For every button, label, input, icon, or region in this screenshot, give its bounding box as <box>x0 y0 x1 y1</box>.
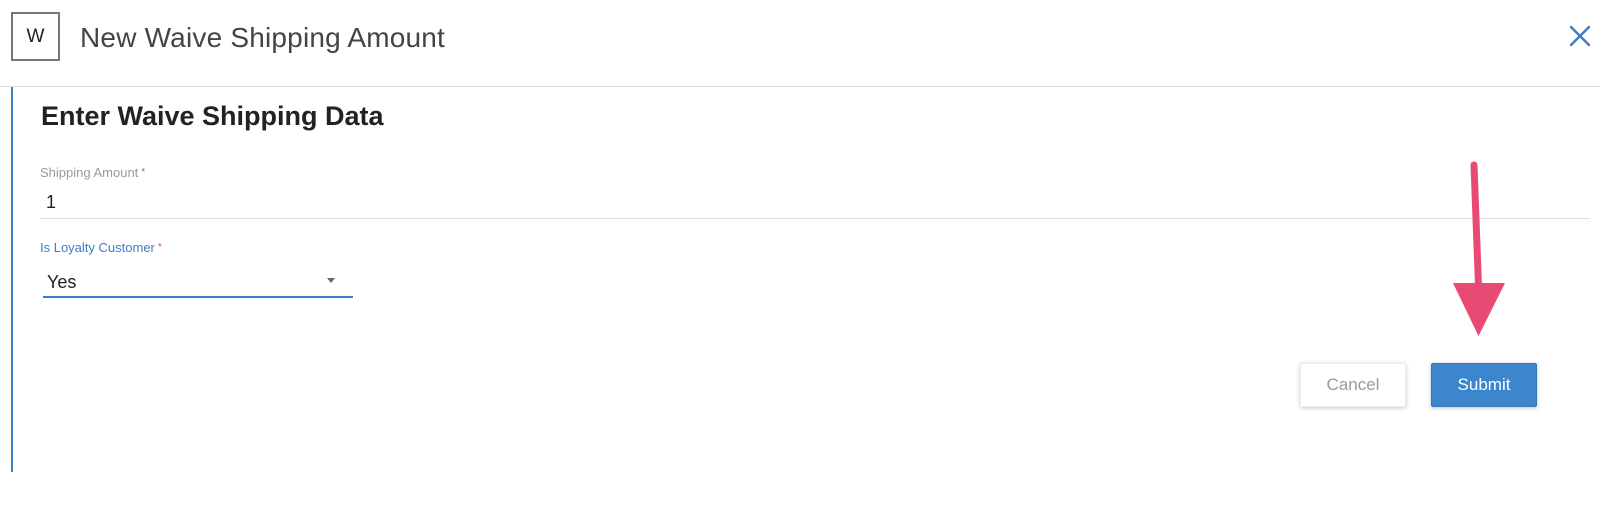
required-mark: * <box>157 242 162 253</box>
shipping-amount-label: Shipping Amount * <box>40 165 145 181</box>
cancel-button[interactable]: Cancel <box>1300 363 1406 407</box>
loyalty-customer-selected-value: Yes <box>47 272 77 292</box>
dialog-header: W New Waive Shipping Amount <box>0 0 1600 87</box>
dialog-title: New Waive Shipping Amount <box>80 22 446 53</box>
logo-letter: W <box>26 25 45 47</box>
app-logo: W <box>11 12 60 61</box>
chevron-down-icon <box>327 278 335 283</box>
form-panel: Enter Waive Shipping Data Shipping Amoun… <box>11 87 1591 472</box>
shipping-amount-input[interactable] <box>40 187 1590 219</box>
section-title: Enter Waive Shipping Data <box>41 101 384 131</box>
arrow-down-icon <box>1450 158 1508 338</box>
loyalty-customer-label-text: Is Loyalty Customer <box>40 240 155 255</box>
required-mark: * <box>141 167 146 178</box>
loyalty-customer-select[interactable]: Yes <box>43 265 353 298</box>
close-icon[interactable] <box>1566 22 1594 50</box>
submit-button[interactable]: Submit <box>1431 363 1537 407</box>
shipping-amount-label-text: Shipping Amount <box>40 165 139 180</box>
loyalty-customer-label: Is Loyalty Customer * <box>40 240 162 256</box>
